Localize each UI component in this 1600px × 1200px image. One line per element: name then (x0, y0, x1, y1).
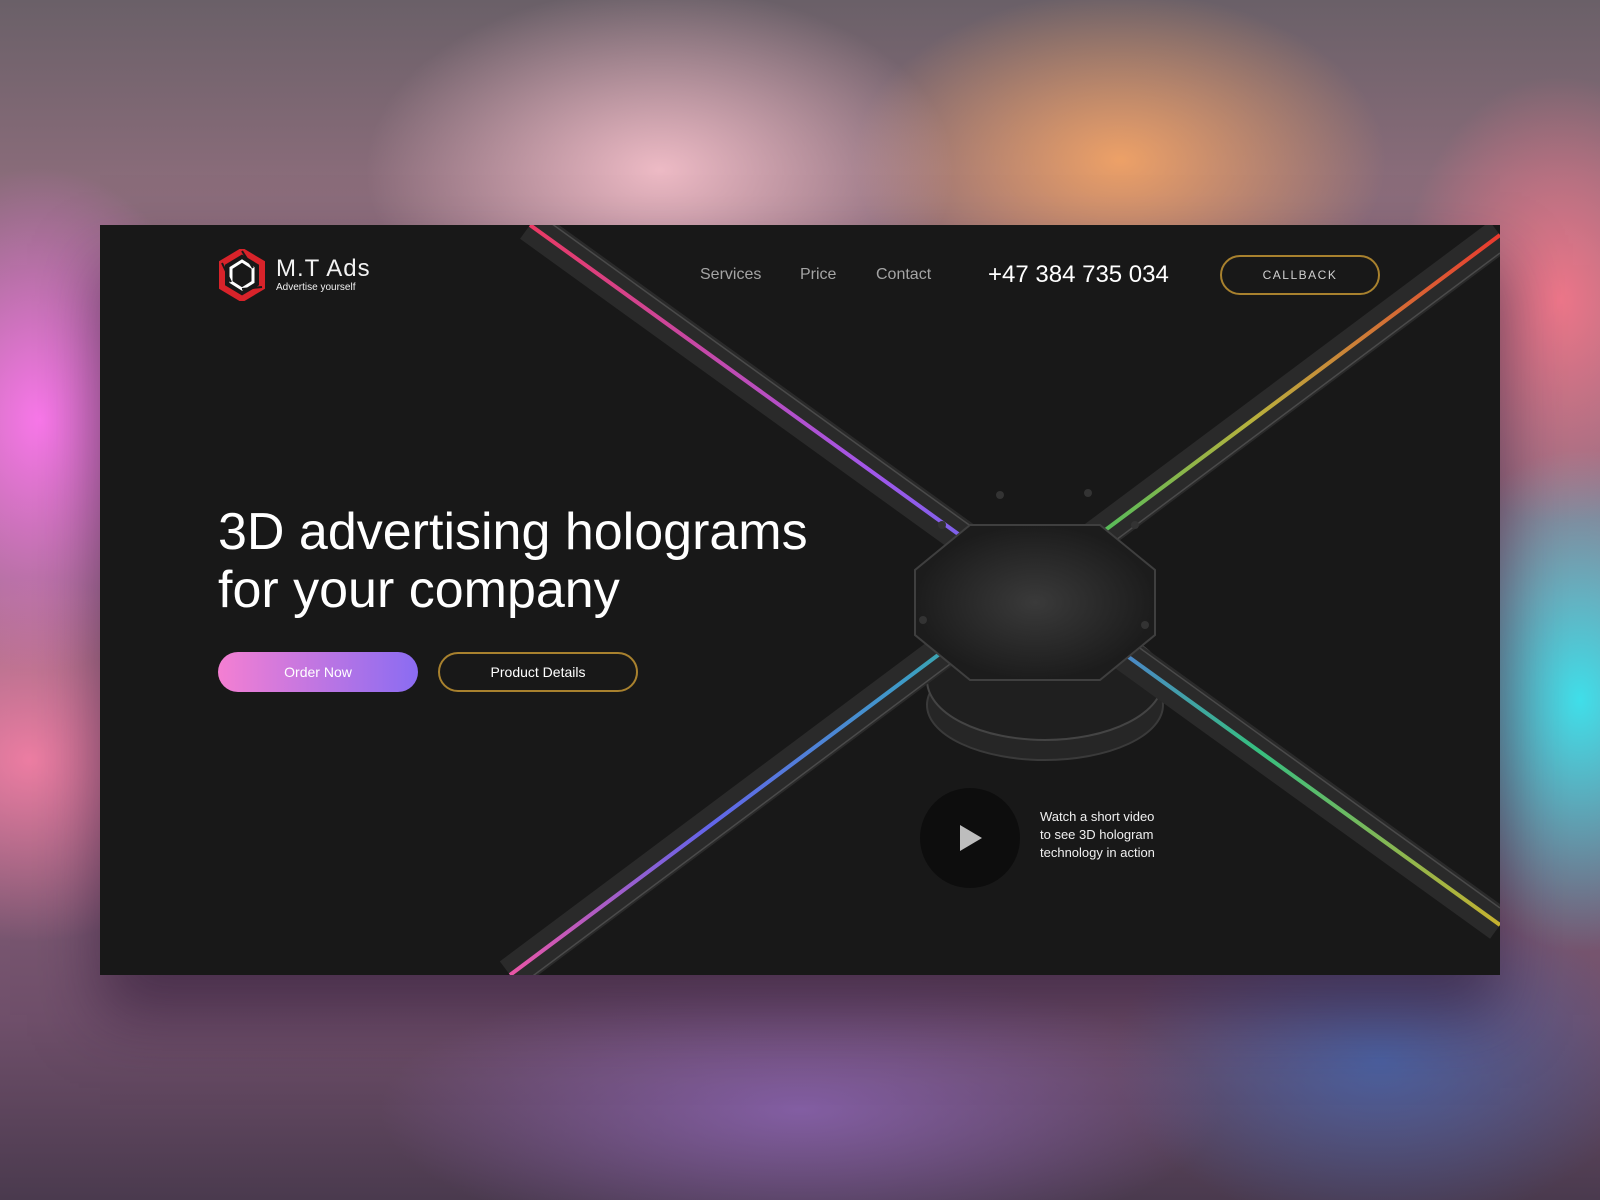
hero-headline: 3D advertising holograms for your compan… (218, 503, 918, 619)
brand-tagline: Advertise yourself (276, 282, 356, 293)
brand-logo[interactable]: M.T Ads Advertise yourself (218, 249, 371, 301)
nav-contact[interactable]: Contact (876, 266, 931, 284)
video-caption-line2: to see 3D hologram (1040, 827, 1154, 842)
nav-price[interactable]: Price (800, 266, 836, 284)
product-details-button[interactable]: Product Details (438, 652, 638, 692)
hero-headline-line1: 3D advertising holograms (218, 503, 808, 561)
landing-page: M.T Ads Advertise yourself Services Pric… (100, 225, 1500, 975)
video-caption-line1: Watch a short video (1040, 809, 1155, 824)
hexagon-logo-icon (219, 249, 265, 301)
video-caption-line3: technology in action (1040, 845, 1155, 860)
nav-services[interactable]: Services (700, 266, 761, 284)
hero-headline-line2: for your company (218, 561, 620, 619)
play-icon (960, 825, 982, 851)
phone-number[interactable]: +47 384 735 034 (988, 261, 1169, 289)
callback-button[interactable]: CALLBACK (1220, 255, 1380, 295)
order-now-button[interactable]: Order Now (218, 652, 418, 692)
play-video-button[interactable] (920, 788, 1020, 888)
brand-name: M.T Ads (276, 255, 371, 282)
video-caption: Watch a short video to see 3D hologram t… (1040, 808, 1190, 862)
